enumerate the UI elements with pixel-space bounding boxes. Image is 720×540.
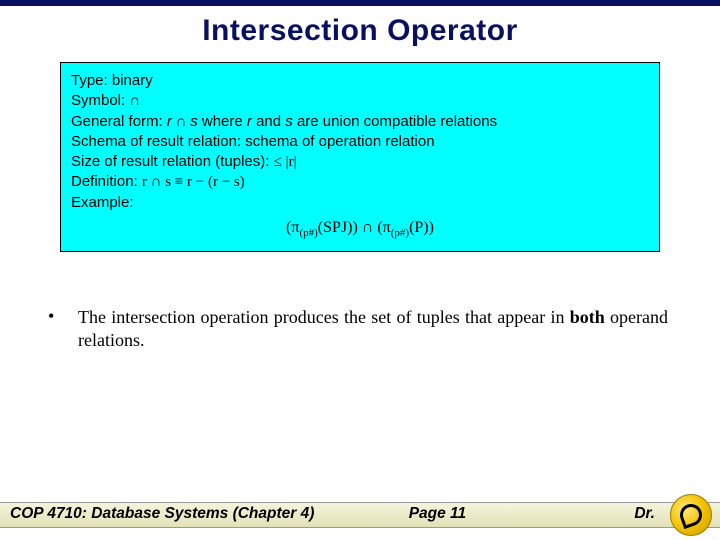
schema-row: Schema of result relation: schema of ope… [71, 132, 649, 152]
general-form-row: General form: r ∩ s where r and s are un… [71, 112, 649, 132]
type-row: Type: binary [71, 71, 649, 91]
footer-course: COP 4710: Database Systems (Chapter 4) [10, 505, 314, 523]
def-label: Definition: [71, 173, 142, 190]
gf-and: and [252, 113, 285, 130]
gf-s: s [190, 113, 198, 130]
footer: COP 4710: Database Systems (Chapter 4) P… [0, 492, 720, 540]
type-value: binary [112, 72, 153, 89]
symbol-row: Symbol: ∩ [71, 91, 649, 111]
size-label: Size of result relation (tuples): [71, 153, 274, 170]
gf-where: where [198, 113, 247, 130]
ex-spj: (SPJ)) [318, 219, 362, 236]
logo-inner [677, 501, 705, 529]
size-expr: ≤ |r| [274, 154, 297, 170]
type-label: Type: [71, 72, 112, 89]
ex-sub2: (p#) [391, 227, 409, 239]
footer-text: COP 4710: Database Systems (Chapter 4) P… [10, 505, 710, 523]
footer-author: Dr. [634, 505, 655, 523]
bullet-item: • The intersection operation produces th… [48, 306, 668, 351]
slide: Intersection Operator Type: binary Symbo… [0, 0, 720, 540]
ex-left: (π [286, 219, 299, 236]
ex-cap: ∩ [362, 219, 374, 236]
bullet-bold: both [570, 307, 605, 327]
example-label-row: Example: [71, 193, 649, 213]
ucf-logo-icon [670, 494, 712, 536]
gf-rest: are union compatible relations [293, 113, 497, 130]
intersection-symbol: ∩ [129, 93, 140, 109]
definition-box: Type: binary Symbol: ∩ General form: r ∩… [60, 62, 660, 252]
gf-s2: s [285, 113, 293, 130]
ex-sub1: (p#) [299, 227, 317, 239]
ex-right-open: (π [373, 219, 390, 236]
size-row: Size of result relation (tuples): ≤ |r| [71, 152, 649, 172]
ex-p: (P)) [409, 219, 434, 236]
definition-row: Definition: r ∩ s ≡ r − (r − s) [71, 172, 649, 192]
def-expr: r ∩ s ≡ r − (r − s) [142, 174, 245, 190]
symbol-label: Symbol: [71, 92, 129, 109]
footer-page: Page 11 [409, 505, 466, 523]
general-form-label: General form: [71, 113, 167, 130]
bullet-part1: The intersection operation produces the … [78, 307, 570, 327]
example-expression: (π(p#)(SPJ)) ∩ (π(p#)(P)) [71, 217, 649, 241]
bullet-text: The intersection operation produces the … [78, 306, 668, 351]
slide-title: Intersection Operator [0, 14, 720, 48]
bullet-mark: • [48, 306, 78, 351]
gf-op: ∩ [172, 114, 190, 130]
